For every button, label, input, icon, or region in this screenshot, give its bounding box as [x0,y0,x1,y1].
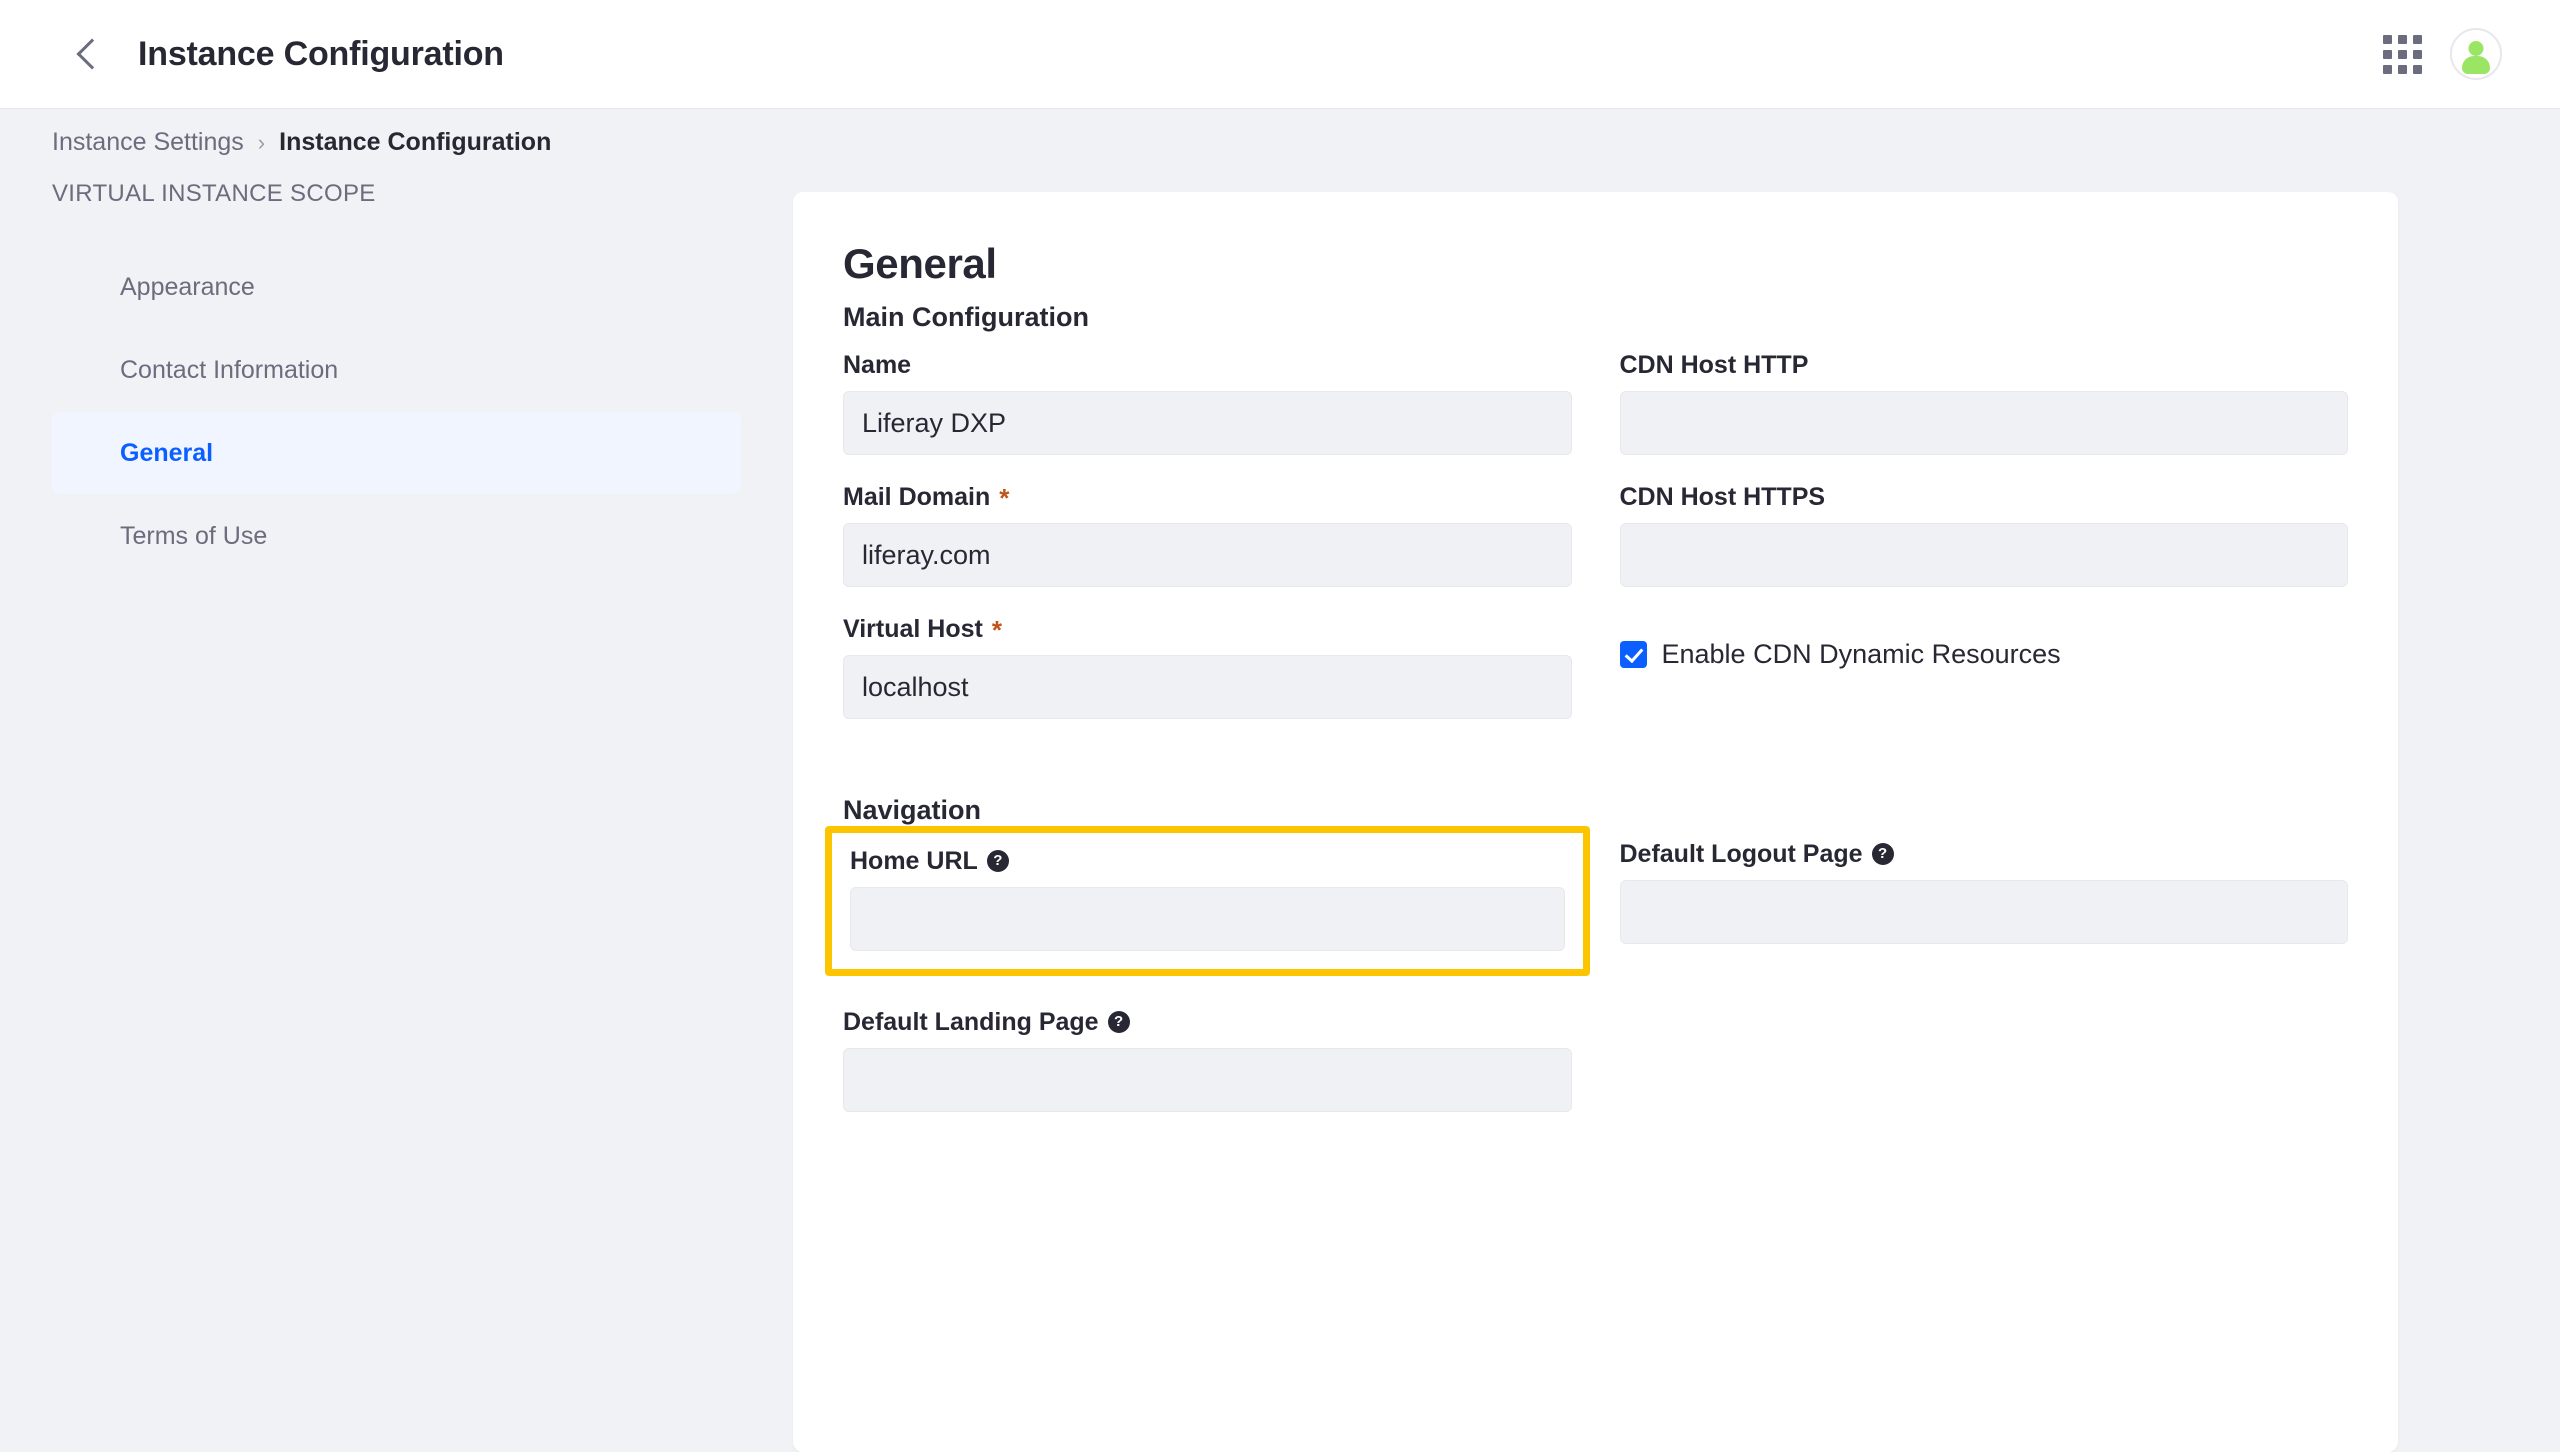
label-text: Virtual Host [843,615,983,644]
sidebar-nav-list: Appearance Contact Information General T… [0,246,793,577]
navigation-left-column: Home URL ? Default Landing Page ? [843,840,1572,1140]
enable-cdn-dynamic-resources-checkbox-row[interactable]: Enable CDN Dynamic Resources [1620,639,2349,670]
sidebar: VIRTUAL INSTANCE SCOPE Appearance Contac… [0,168,793,1320]
field-label-virtual-host: Virtual Host * [843,615,1572,644]
home-url-input[interactable] [850,887,1565,951]
navigation-grid: Home URL ? Default Landing Page ? [843,840,2348,1140]
label-text: CDN Host HTTPS [1620,483,1826,512]
help-icon[interactable]: ? [987,850,1009,872]
mail-domain-input[interactable] [843,523,1572,587]
field-label-default-landing-page: Default Landing Page ? [843,1008,1572,1037]
navigation-right-column: Default Logout Page ? [1620,840,2349,1140]
sidebar-item-label: Contact Information [120,356,338,385]
field-label-mail-domain: Mail Domain * [843,483,1572,512]
default-landing-page-input[interactable] [843,1048,1572,1112]
enable-cdn-dynamic-resources-checkbox[interactable] [1620,641,1647,668]
user-avatar-icon[interactable] [2450,28,2502,80]
field-label-cdn-host-https: CDN Host HTTPS [1620,483,2349,512]
app-header: Instance Configuration [0,0,2560,109]
section-title-navigation: Navigation [843,795,2348,826]
virtual-host-input[interactable] [843,655,1572,719]
field-default-landing-page: Default Landing Page ? [843,1008,1572,1112]
enable-cdn-dynamic-resources-label: Enable CDN Dynamic Resources [1662,639,2061,670]
default-logout-page-input[interactable] [1620,880,2349,944]
applications-grid-icon[interactable] [2374,26,2430,82]
main-configuration-right-column: CDN Host HTTP CDN Host HTTPS Enable CDN … [1620,351,2349,747]
sidebar-item-label: Appearance [120,273,255,302]
required-asterisk-icon: * [992,617,1002,643]
label-text: Mail Domain [843,483,990,512]
avatar-body [2462,56,2490,74]
sidebar-item-terms-of-use[interactable]: Terms of Use [52,495,741,577]
sidebar-item-contact-information[interactable]: Contact Information [52,329,741,411]
home-url-highlight-box: Home URL ? [825,826,1590,976]
breadcrumb-item-current: Instance Configuration [279,128,551,157]
settings-card: General Main Configuration Name Mail Dom… [793,192,2398,1452]
chevron-left-icon [76,38,107,69]
sidebar-item-label: General [120,439,213,468]
main-configuration-grid: Name Mail Domain * Virtual Host * [843,351,2348,747]
field-cdn-host-https: CDN Host HTTPS [1620,483,2349,587]
page-title: Instance Configuration [138,35,504,74]
sidebar-item-appearance[interactable]: Appearance [52,246,741,328]
field-default-logout-page: Default Logout Page ? [1620,840,2349,944]
help-icon[interactable]: ? [1872,843,1894,865]
card-title: General [843,240,2348,288]
label-text: Default Landing Page [843,1008,1099,1037]
back-button[interactable] [52,17,126,91]
field-home-url: Home URL ? [850,847,1565,951]
sidebar-item-label: Terms of Use [120,522,267,551]
field-label-cdn-host-http: CDN Host HTTP [1620,351,2349,380]
field-label-name: Name [843,351,1572,380]
header-actions [2374,26,2502,82]
breadcrumb-separator-icon: › [258,130,265,156]
breadcrumb: Instance Settings › Instance Configurati… [52,128,551,157]
label-text: Name [843,351,911,380]
sidebar-item-general[interactable]: General [52,412,741,494]
help-icon[interactable]: ? [1108,1011,1130,1033]
avatar-head [2469,41,2484,56]
label-text: CDN Host HTTP [1620,351,1809,380]
field-label-default-logout-page: Default Logout Page ? [1620,840,2349,869]
breadcrumb-item-instance-settings[interactable]: Instance Settings [52,128,244,157]
cdn-host-https-input[interactable] [1620,523,2349,587]
cdn-host-http-input[interactable] [1620,391,2349,455]
field-label-home-url: Home URL ? [850,847,1565,876]
sidebar-heading: VIRTUAL INSTANCE SCOPE [0,168,793,228]
field-mail-domain: Mail Domain * [843,483,1572,587]
required-asterisk-icon: * [999,485,1009,511]
field-cdn-host-http: CDN Host HTTP [1620,351,2349,455]
label-text: Home URL [850,847,978,876]
section-title-main-configuration: Main Configuration [843,302,2348,333]
main-configuration-left-column: Name Mail Domain * Virtual Host * [843,351,1572,747]
field-name: Name [843,351,1572,455]
name-input[interactable] [843,391,1572,455]
field-virtual-host: Virtual Host * [843,615,1572,719]
label-text: Default Logout Page [1620,840,1863,869]
